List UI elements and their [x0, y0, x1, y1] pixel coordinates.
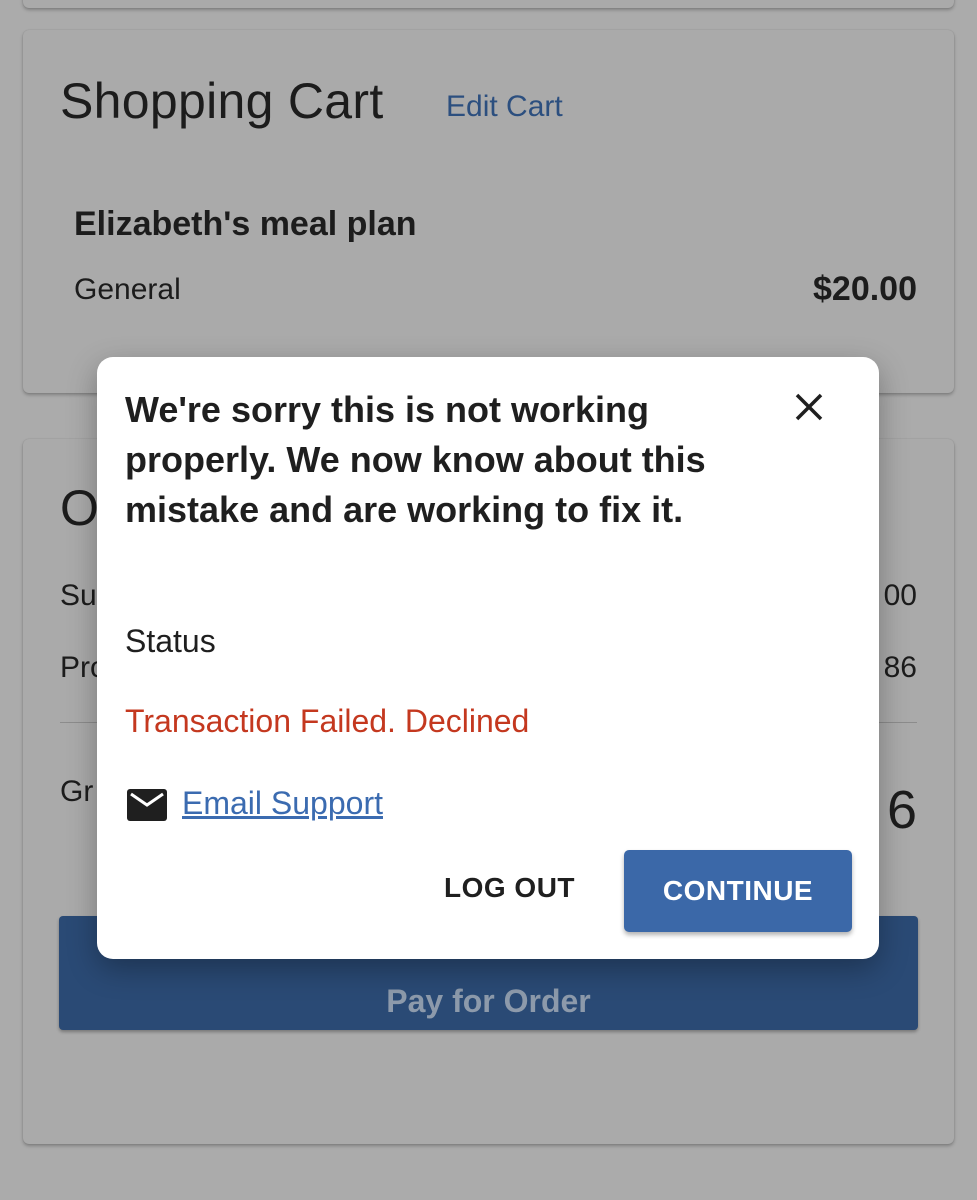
order-summary-title: O — [60, 480, 99, 536]
top-card — [23, 0, 954, 8]
logout-button[interactable]: LOG OUT — [427, 852, 592, 924]
email-support-link[interactable]: Email Support — [182, 785, 383, 822]
edit-cart-link[interactable]: Edit Cart — [446, 90, 563, 124]
processing-fee-value: 86 — [883, 651, 917, 684]
error-dialog: We're sorry this is not working properly… — [97, 357, 879, 959]
status-value: Transaction Failed. Declined — [125, 703, 530, 739]
cart-item-name: Elizabeth's meal plan — [74, 205, 417, 243]
cart-item-type: General — [74, 273, 181, 306]
mail-icon — [127, 789, 167, 821]
subtotal-value: 00 — [883, 579, 917, 612]
grand-total-label: Gr — [60, 775, 94, 808]
shopping-cart-card: Shopping Cart Edit Cart Elizabeth's meal… — [23, 30, 954, 393]
checkout-page: Shopping Cart Edit Cart Elizabeth's meal… — [0, 0, 977, 1200]
grand-total-value: 6 — [886, 780, 917, 840]
cart-title: Shopping Cart — [60, 73, 384, 129]
status-label: Status — [125, 623, 216, 659]
pay-for-order-label: Pay for Order — [386, 982, 591, 1019]
cart-item-price: $20.00 — [813, 270, 917, 308]
close-icon[interactable] — [789, 387, 829, 427]
subtotal-label: Su — [60, 579, 97, 612]
error-message: We're sorry this is not working properly… — [125, 389, 706, 530]
continue-button[interactable]: CONTINUE — [624, 850, 852, 932]
